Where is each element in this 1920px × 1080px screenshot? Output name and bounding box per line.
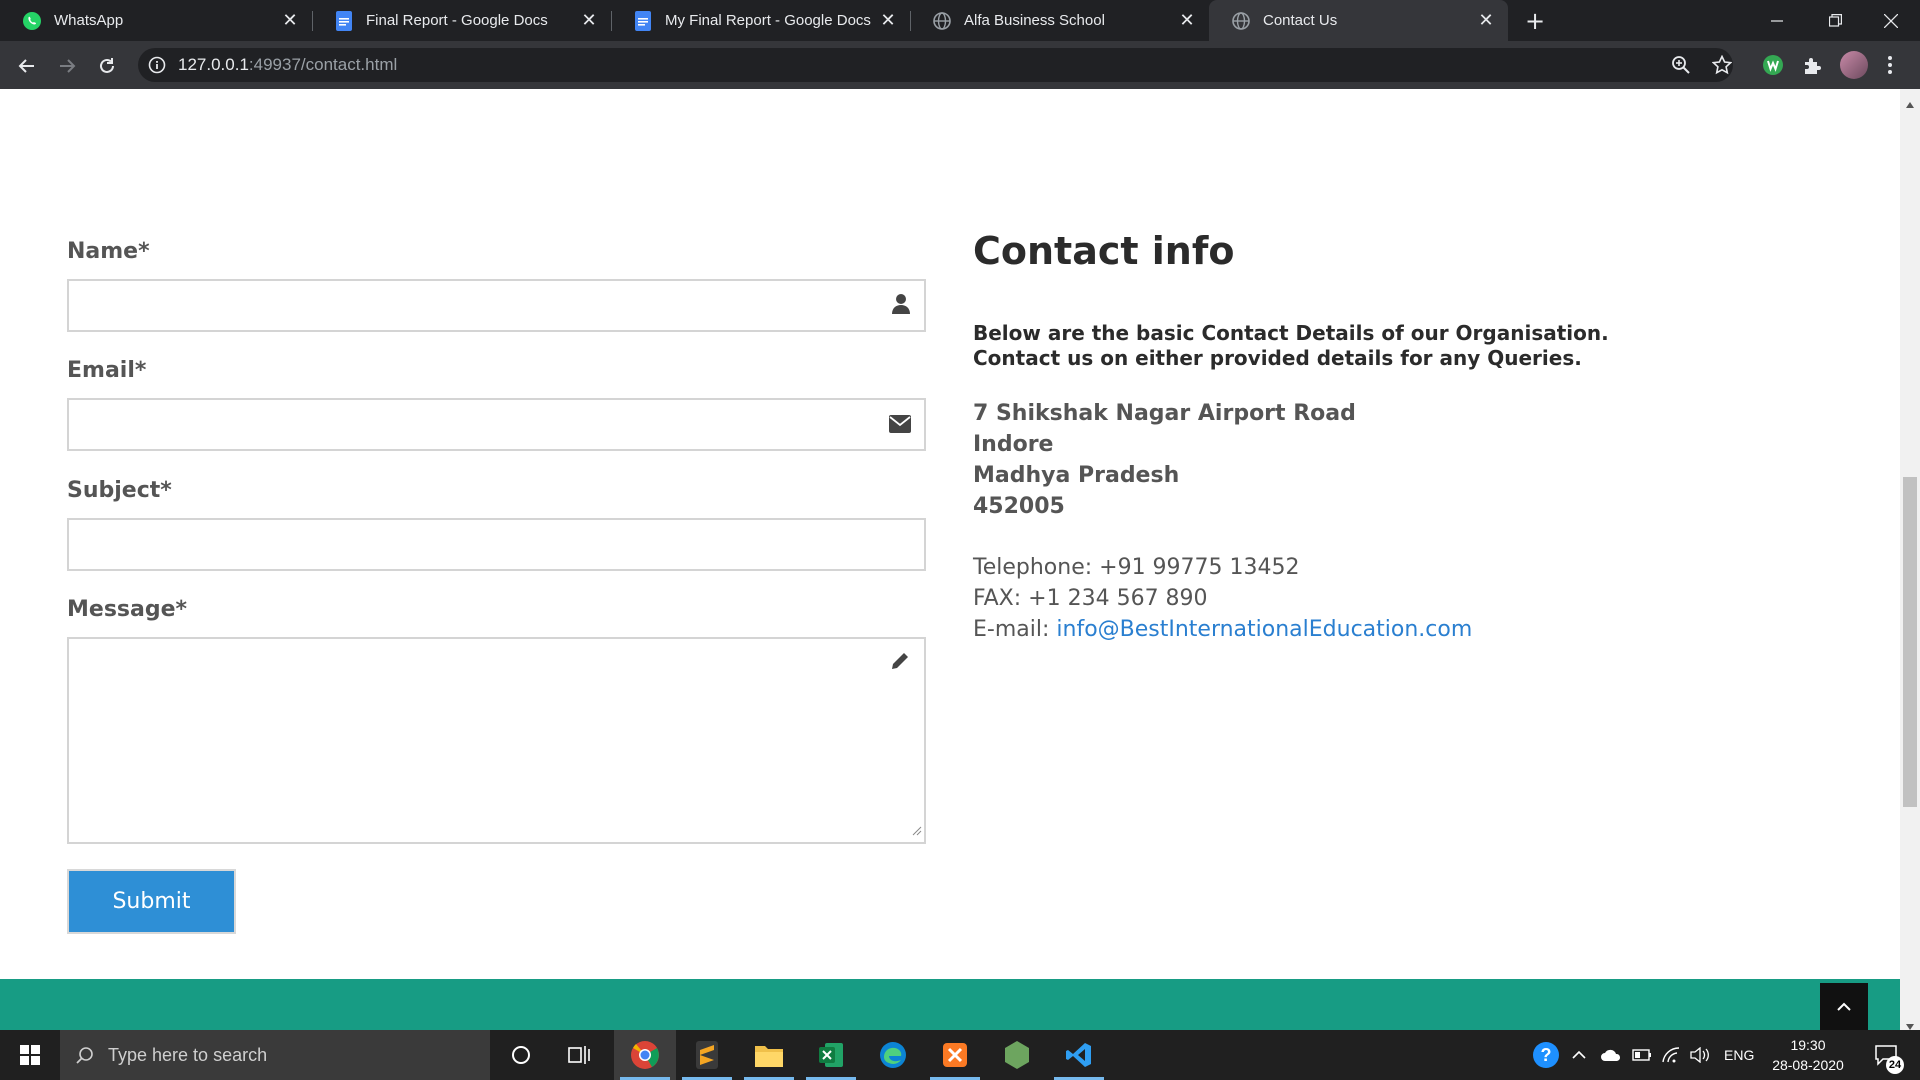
scroll-to-top-button[interactable] (1820, 983, 1868, 1030)
message-label: Message* (67, 597, 188, 622)
scroll-up-arrow-icon[interactable] (1905, 94, 1915, 113)
url-host: 127.0.0.1 (178, 55, 249, 74)
windows-taskbar: Type here to search ? ENG 19:30 28-08-20… (0, 1030, 1920, 1080)
tab-whatsapp[interactable]: WhatsApp ✕ (0, 0, 312, 41)
tab-title: WhatsApp (54, 12, 124, 29)
close-window-button[interactable] (1862, 0, 1920, 41)
address-line: 7 Shikshak Nagar Airport Road (973, 401, 1356, 426)
footer-band (0, 979, 1900, 1030)
file-explorer-icon[interactable] (738, 1030, 800, 1080)
taskbar-search-box[interactable]: Type here to search (60, 1030, 490, 1080)
show-hidden-icons-chevron[interactable] (1572, 1030, 1586, 1080)
close-tab-icon[interactable]: ✕ (1175, 9, 1199, 33)
close-tab-icon[interactable]: ✕ (1474, 9, 1498, 33)
restore-button[interactable] (1806, 0, 1864, 41)
clock[interactable]: 19:30 28-08-2020 (1770, 1030, 1846, 1080)
name-label: Name* (67, 239, 150, 264)
info-icon[interactable] (148, 56, 166, 74)
xampp-icon[interactable] (924, 1030, 986, 1080)
bookmark-star-icon[interactable] (1711, 54, 1733, 75)
globe-icon (1231, 11, 1251, 31)
chrome-taskbar-icon[interactable] (614, 1030, 676, 1080)
profile-avatar[interactable] (1840, 51, 1868, 79)
contact-info-heading: Contact info (973, 229, 1235, 273)
excel-icon[interactable] (800, 1030, 862, 1080)
resize-handle-icon[interactable] (912, 821, 922, 840)
menu-dots-icon[interactable] (1885, 54, 1895, 76)
clock-time: 19:30 (1790, 1037, 1826, 1053)
notifications-icon[interactable]: 24 (1866, 1030, 1906, 1080)
svg-text:?: ? (1541, 1045, 1552, 1065)
close-tab-icon[interactable]: ✕ (876, 9, 900, 33)
whatsapp-icon (22, 11, 42, 31)
tab-contact-us[interactable]: Contact Us ✕ (1209, 0, 1508, 41)
tab-alfa-business-school[interactable]: Alfa Business School ✕ (910, 0, 1209, 41)
browser-tab-strip: WhatsApp ✕ Final Report - Google Docs ✕ … (0, 0, 1920, 41)
address-line: Madhya Pradesh (973, 463, 1180, 488)
contact-page: Name* Email* Subject* Message* Submit Co… (0, 89, 1900, 1030)
wifi-icon[interactable] (1662, 1030, 1680, 1080)
extensions-puzzle-icon[interactable] (1802, 54, 1824, 76)
google-docs-icon (633, 10, 653, 31)
reload-button[interactable] (90, 49, 124, 83)
fax-text: FAX: +1 234 567 890 (973, 586, 1208, 611)
sublime-text-icon[interactable] (676, 1030, 738, 1080)
address-line: Indore (973, 432, 1054, 457)
forward-button[interactable] (50, 49, 84, 83)
back-button[interactable] (10, 49, 44, 83)
task-view-icon[interactable] (548, 1030, 610, 1080)
search-icon (76, 1046, 94, 1064)
description-line: Contact us on either provided details fo… (973, 346, 1582, 370)
speaker-icon[interactable] (1690, 1030, 1710, 1080)
battery-icon[interactable] (1632, 1030, 1652, 1080)
notification-count-badge: 24 (1886, 1056, 1904, 1074)
description-line: Below are the basic Contact Details of o… (973, 321, 1609, 345)
address-line: 452005 (973, 494, 1065, 519)
envelope-icon (888, 414, 912, 438)
onedrive-cloud-icon[interactable] (1600, 1030, 1622, 1080)
message-textarea[interactable] (67, 637, 926, 844)
zoom-icon[interactable] (1671, 55, 1691, 75)
tab-my-final-report[interactable]: My Final Report - Google Docs ✕ (611, 0, 910, 41)
cortana-icon[interactable] (490, 1030, 552, 1080)
new-tab-button[interactable]: + (1520, 6, 1550, 36)
vscode-icon[interactable] (1048, 1030, 1110, 1080)
clock-date: 28-08-2020 (1772, 1057, 1844, 1073)
name-field[interactable] (67, 279, 926, 332)
email-field[interactable] (67, 398, 926, 451)
edge-icon[interactable] (862, 1030, 924, 1080)
email-label: Email* (67, 358, 147, 383)
tab-title: Final Report - Google Docs (366, 12, 548, 29)
email-link[interactable]: info@BestInternationalEducation.com (1056, 617, 1472, 642)
tab-title: My Final Report - Google Docs (665, 12, 871, 29)
subject-label: Subject* (67, 478, 172, 503)
tab-title: Alfa Business School (964, 12, 1105, 29)
close-tab-icon[interactable]: ✕ (278, 9, 302, 33)
submit-button[interactable]: Submit (67, 869, 236, 934)
search-placeholder: Type here to search (108, 1044, 268, 1065)
email-prefix: E-mail: (973, 617, 1057, 642)
google-docs-icon (334, 10, 354, 31)
url-text[interactable]: 127.0.0.1:49937/contact.html (178, 52, 397, 78)
start-button[interactable] (0, 1030, 60, 1080)
contact-description: Below are the basic Contact Details of o… (973, 321, 1609, 371)
help-icon[interactable]: ? (1532, 1030, 1560, 1080)
subject-field[interactable] (67, 518, 926, 571)
nodejs-icon[interactable] (986, 1030, 1048, 1080)
globe-icon (932, 11, 952, 31)
url-path: :49937/contact.html (248, 55, 398, 74)
tab-final-report[interactable]: Final Report - Google Docs ✕ (312, 0, 611, 41)
user-icon (892, 293, 910, 319)
language-indicator[interactable]: ENG (1724, 1030, 1754, 1080)
scrollbar-thumb[interactable] (1903, 477, 1917, 807)
telephone-text: Telephone: +91 99775 13452 (973, 555, 1300, 580)
extension-green-icon[interactable] (1762, 54, 1784, 76)
close-tab-icon[interactable]: ✕ (577, 9, 601, 33)
email-line: E-mail: info@BestInternationalEducation.… (973, 617, 1472, 642)
tab-title: Contact Us (1263, 12, 1338, 29)
pencil-icon (890, 651, 910, 675)
minimize-button[interactable] (1748, 0, 1806, 41)
